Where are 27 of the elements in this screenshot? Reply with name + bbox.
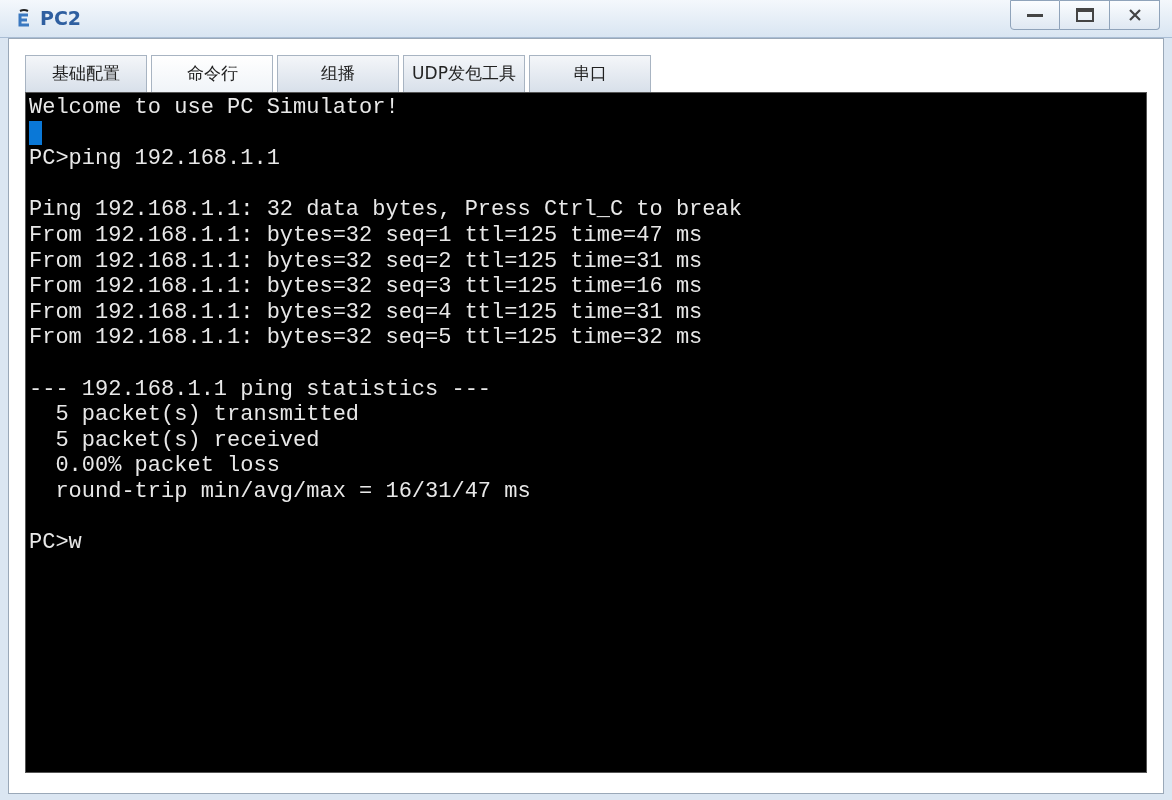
terminal-line: Welcome to use PC Simulator! (29, 95, 399, 121)
minimize-icon (1027, 13, 1043, 17)
text-cursor (29, 121, 42, 146)
tab[interactable]: 基础配置 (25, 55, 147, 92)
minimize-button[interactable] (1010, 0, 1060, 30)
terminal-line: PC>w (29, 530, 82, 556)
terminal-line: 5 packet(s) transmitted (54, 402, 360, 428)
tab[interactable]: 组播 (277, 55, 399, 92)
terminal-line: From 192.168.1.1: bytes=32 seq=4 ttl=125 time=31 ms (29, 299, 703, 326)
terminal-line: From 192.168.1.1: bytes=32 seq=3 ttl=125 time=16 ms (29, 274, 703, 300)
terminal-line: 5 packet(s) received (54, 427, 320, 454)
terminal-line: 0.00% packet loss (54, 453, 280, 479)
tab[interactable]: UDP发包工具 (403, 55, 525, 92)
terminal-line: --- 192.168.1.1 ping statistics --- (29, 376, 492, 403)
maximize-button[interactable] (1060, 0, 1110, 30)
terminal-line: From 192.168.1.1: bytes=32 seq=2 ttl=125 time=31 ms (29, 248, 703, 275)
close-button[interactable] (1110, 0, 1160, 30)
terminal-line: PC>ping 192.168.1.1 (29, 146, 280, 172)
tab[interactable]: 串口 (529, 55, 651, 92)
terminal-line: From 192.168.1.1: bytes=32 seq=1 ttl=125 time=47 ms (29, 222, 703, 249)
terminal-line: round-trip min/avg/max = 16/31/47 ms (54, 478, 531, 505)
window-title: PC2 (40, 6, 82, 32)
close-icon (1127, 8, 1142, 22)
terminal-line: From 192.168.1.1: bytes=32 seq=5 ttl=125 time=32 ms (29, 325, 703, 351)
tab[interactable]: 命令行 (151, 55, 273, 92)
terminal-line: Ping 192.168.1.1: 32 data bytes, Press Ctrl_C to break (29, 197, 742, 223)
maximize-icon (1075, 8, 1094, 22)
